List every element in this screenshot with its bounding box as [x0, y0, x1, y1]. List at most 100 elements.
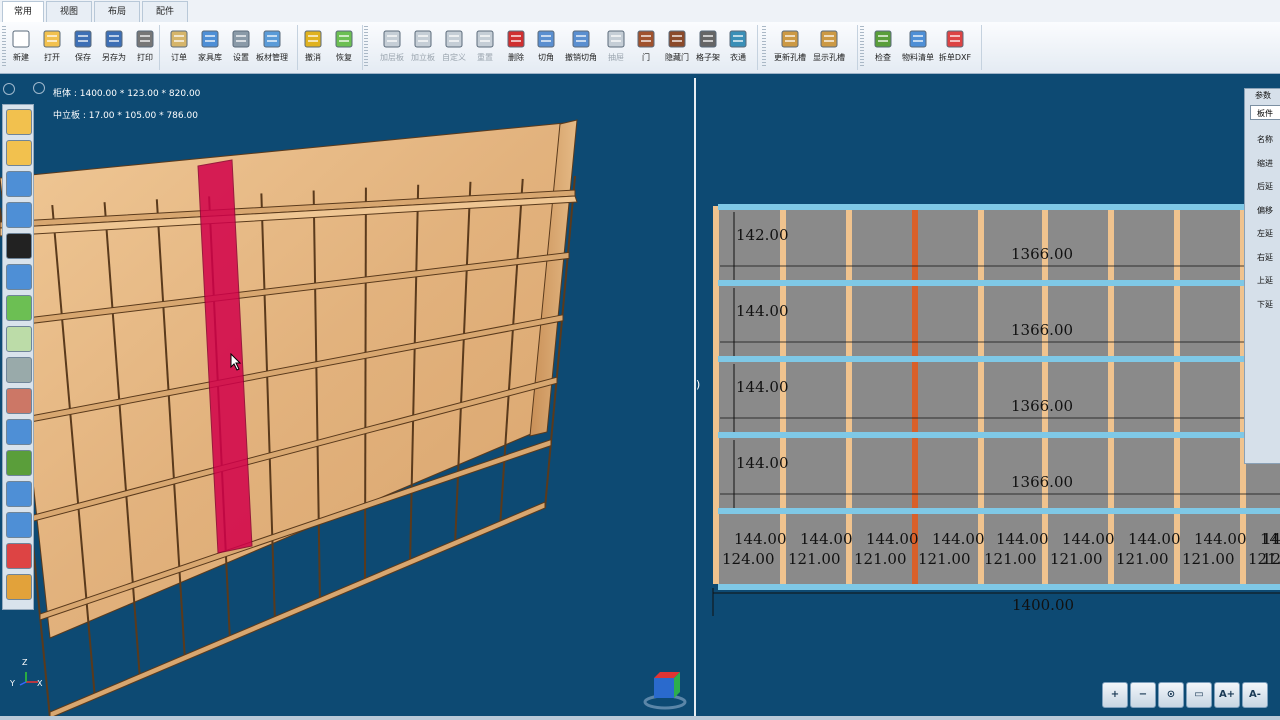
tab-common[interactable]: 常用: [2, 1, 44, 22]
view-3d[interactable]: 柜体 : 1400.00 * 123.00 * 820.00 中立板 : 17.…: [0, 78, 694, 720]
hide-door-button[interactable]: 隐藏门: [662, 26, 692, 70]
reset-button[interactable]: 重置: [470, 26, 500, 70]
export-icon[interactable]: [6, 543, 32, 569]
open-folder-button[interactable]: 打开: [37, 26, 67, 70]
bottom-cell-height-label: 144.00: [996, 530, 1049, 548]
vertical-divider: [1174, 206, 1180, 584]
toolbar-grip[interactable]: [364, 26, 368, 68]
custom-icon: [445, 30, 463, 48]
front-elevation-drawing[interactable]: 142.00 1366.00 144.00 1366.00 144.00 1366.00 1…: [696, 78, 1280, 720]
custom-button[interactable]: 自定义: [439, 26, 469, 70]
refresh-view-icon[interactable]: [33, 82, 45, 94]
board-add-icon[interactable]: [6, 419, 32, 445]
font-decrease-button[interactable]: A-: [1242, 682, 1268, 708]
view-frame-button[interactable]: ▭: [1186, 682, 1212, 708]
grid-rack-button[interactable]: 格子架: [693, 26, 723, 70]
total-width-label: 1400.00: [1012, 596, 1074, 614]
bottom-cell-width-label: 121.00: [854, 550, 907, 568]
gear-icon: [232, 30, 250, 48]
check-button[interactable]: 检查: [868, 26, 898, 70]
order-button[interactable]: 订单: [164, 26, 194, 70]
bottom-cell-width-label: 121.00: [918, 550, 971, 568]
undo-button[interactable]: 撤消: [298, 26, 328, 70]
shelf: [718, 508, 1280, 514]
view-2d[interactable]: 142.00 1366.00 144.00 1366.00 144.00 1366.00 1…: [696, 78, 1280, 720]
add-shelf-icon: [383, 30, 401, 48]
remove-furniture-icon[interactable]: [6, 140, 32, 166]
status-bar: [0, 716, 1280, 720]
param-label: 右延: [1257, 252, 1273, 262]
mouse-cursor-icon: [230, 353, 242, 371]
board-edit-icon[interactable]: [6, 388, 32, 414]
row-height-label: 144.00: [736, 302, 789, 320]
new-doc-button[interactable]: 新建: [6, 26, 36, 70]
update-icon[interactable]: [6, 450, 32, 476]
font-increase-button[interactable]: A+: [1214, 682, 1240, 708]
inspect-icon[interactable]: [6, 481, 32, 507]
bom-button[interactable]: 物料清单: [902, 26, 934, 70]
vertical-divider: [1108, 206, 1114, 584]
redo-button[interactable]: 恢复: [329, 26, 359, 70]
tab-accessories[interactable]: 配件: [142, 1, 188, 22]
toolbar-button-label: 显示孔槽: [813, 53, 845, 62]
cabinet-3d-render[interactable]: [0, 78, 694, 720]
update-holes-button[interactable]: 更新孔槽: [774, 26, 806, 70]
add-furniture-icon[interactable]: [6, 109, 32, 135]
param-title: 参数: [1253, 90, 1273, 101]
shelf: [718, 204, 1280, 210]
row-height-label: 144.00: [736, 454, 789, 472]
gear-button[interactable]: 设置: [226, 26, 256, 70]
zoom-toolbar: + − ⊙ ▭ A+ A-: [1100, 682, 1280, 710]
copy-icon[interactable]: [6, 512, 32, 538]
toolbar-grip[interactable]: [762, 26, 766, 68]
vertical-divider: [846, 206, 852, 584]
hinge-icon[interactable]: [6, 295, 32, 321]
axis-gizmo-icon: [19, 672, 38, 686]
zoom-in-button[interactable]: +: [1102, 682, 1128, 708]
save-button[interactable]: 保存: [68, 26, 98, 70]
vertical-panel: [364, 187, 367, 585]
partition-info: 中立板 : 17.00 * 105.00 * 786.00: [53, 111, 198, 121]
print-button[interactable]: 打印: [130, 26, 160, 70]
add-vertical-board-button[interactable]: 加立板: [408, 26, 438, 70]
show-holes-button[interactable]: 显示孔槽: [813, 26, 845, 70]
bottom-cell-height-label: 14: [1262, 530, 1280, 548]
param-label: 左延: [1257, 229, 1273, 238]
add-shelf-button[interactable]: 加层板: [377, 26, 407, 70]
toolbar-grip[interactable]: [860, 26, 864, 68]
zoom-out-button[interactable]: −: [1130, 682, 1156, 708]
zoom-fit-button[interactable]: ⊙: [1158, 682, 1184, 708]
view-cube-icon[interactable]: [640, 672, 690, 712]
door-button[interactable]: 门: [631, 26, 661, 70]
ribbon-tabs: 常用 视图 布局 配件: [0, 0, 1280, 23]
hanging-rod-button[interactable]: 衣通: [723, 26, 753, 70]
hide-door-icon: [668, 30, 686, 48]
camera-icon[interactable]: [6, 264, 32, 290]
material-icon[interactable]: [6, 233, 32, 259]
undo-cut-corner-button[interactable]: 撤销切角: [565, 26, 597, 70]
param-type-field[interactable]: 板件: [1250, 105, 1280, 120]
cut-corner-button[interactable]: 切角: [531, 26, 561, 70]
board-manage-button[interactable]: 板材管理: [256, 26, 288, 70]
view-nav-icon[interactable]: [3, 83, 15, 95]
bottom-cell-width-label: 121.00: [1050, 550, 1103, 568]
left-outer-panel: [713, 206, 719, 584]
delete-button[interactable]: 删除: [501, 26, 531, 70]
dxf-export-button[interactable]: 拆单DXF: [939, 26, 971, 70]
furniture-library-button[interactable]: 家具库: [195, 26, 225, 70]
bottom-cell-height-label: 144.00: [866, 530, 919, 548]
toolbar-button-label: 拆单DXF: [938, 53, 972, 62]
tab-layout[interactable]: 布局: [94, 1, 140, 22]
save-as-button[interactable]: 另存为: [99, 26, 129, 70]
toolbar-button-label: 衣通: [730, 53, 746, 62]
print-icon: [136, 30, 154, 48]
drawer-tool-icon[interactable]: [6, 574, 32, 600]
drawer-button[interactable]: 抽屉: [601, 26, 631, 70]
zoom-view-icon[interactable]: [6, 202, 32, 228]
rotate-icon[interactable]: [6, 171, 32, 197]
connector-icon[interactable]: [6, 326, 32, 352]
tab-view[interactable]: 视图: [46, 1, 92, 22]
delete-icon: [507, 30, 525, 48]
wireframe-icon[interactable]: [6, 357, 32, 383]
param-panel: 参数 板件 名称 缩进 后延 偏移 左延 右延 上延 下延: [1244, 88, 1280, 464]
